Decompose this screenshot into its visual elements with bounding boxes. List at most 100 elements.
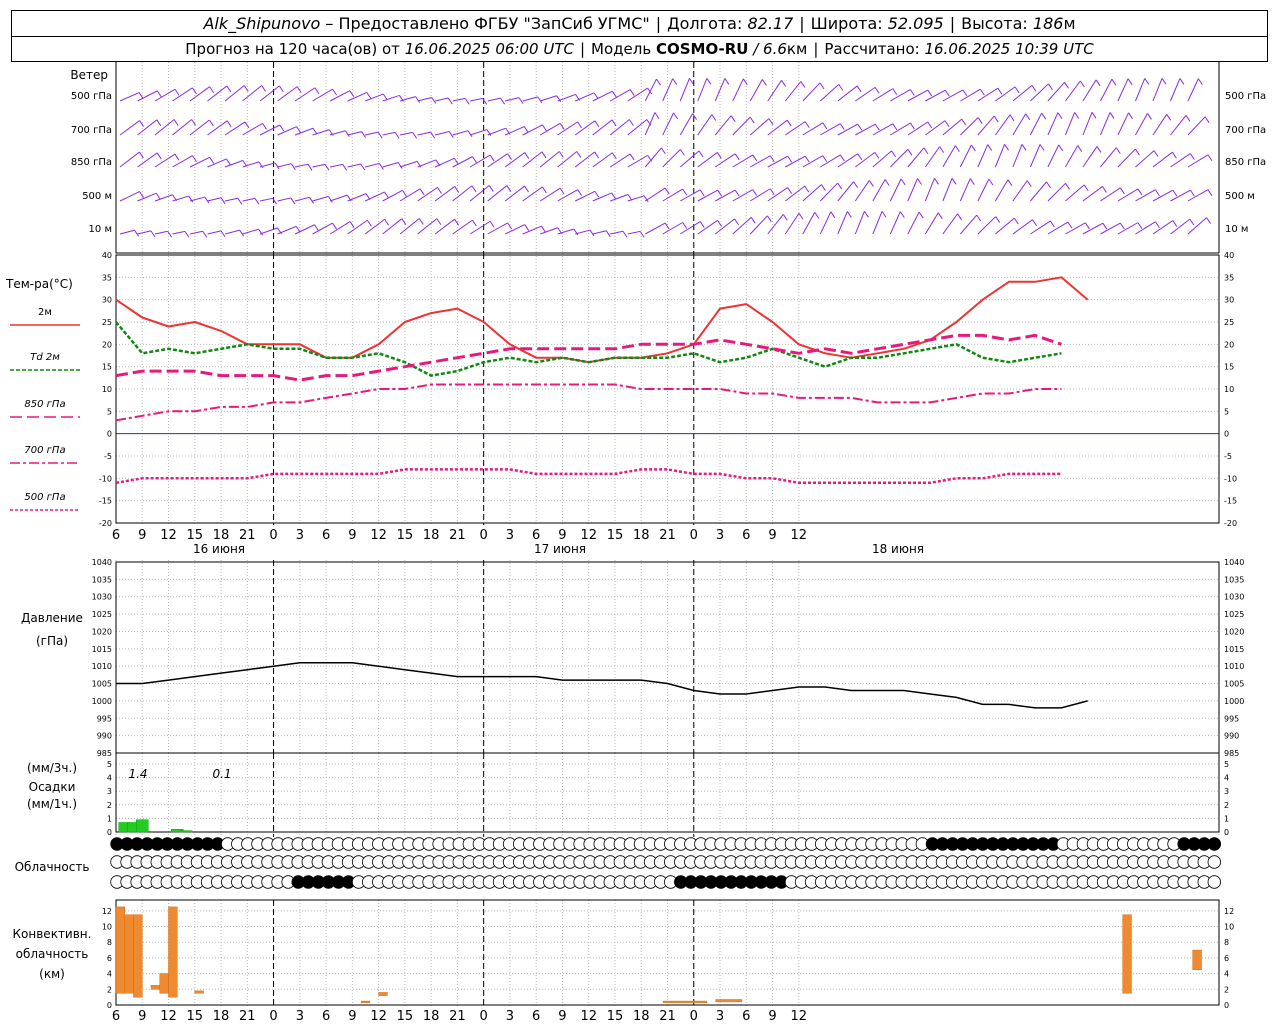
wind-barb-feather [577, 121, 583, 129]
conv-cloud-bar [715, 999, 743, 1003]
wind-barb-feather [819, 82, 825, 90]
conv-ytick-left: 4 [107, 970, 112, 979]
wind-barb-feather [1189, 189, 1195, 197]
wind-barb-feather [471, 219, 477, 227]
conv-ylabel-1: Конвективн. [13, 927, 92, 941]
wind-barb-feather [664, 222, 670, 230]
wind-barb [452, 156, 473, 168]
conv-time-tick-label: 3 [296, 1009, 304, 1024]
wind-barb [1187, 78, 1199, 102]
time-tick-label: 18 [423, 528, 440, 543]
wind-barb-feather [220, 230, 226, 238]
wind-barb-feather [524, 224, 530, 231]
conv-time-tick-label: 21 [659, 1009, 676, 1024]
wind-barb-feather [955, 145, 960, 152]
conv-ytick-left: 12 [102, 907, 112, 916]
wind-barb [609, 89, 631, 102]
wind-barb [277, 225, 297, 235]
wind-barb-feather [800, 81, 806, 88]
wind-barb-feather [673, 112, 678, 120]
wind-barb-feather [682, 222, 688, 229]
wind-barb-feather [814, 212, 820, 219]
wind-barb-feather [382, 93, 388, 101]
wind-barb [1082, 186, 1103, 202]
temp-ytick-left: -20 [99, 519, 112, 528]
conv-time-tick-label: 12 [160, 1009, 177, 1024]
wind-barb-feather [927, 121, 933, 129]
wind-barb [400, 131, 413, 136]
wind-level-label-right: 500 гПа [1225, 91, 1266, 102]
wind-barb [942, 145, 956, 168]
wind-barb-feather [332, 88, 338, 96]
temp-ytick-right: 25 [1224, 318, 1234, 327]
pressure-ytick-right: 1000 [1224, 697, 1244, 706]
wind-barb-feather [290, 197, 296, 205]
conv-cloud-bar [133, 914, 143, 998]
wind-barb-feather [150, 230, 156, 238]
conv-ytick-left: 2 [107, 985, 112, 994]
temp-ytick-left: 5 [107, 407, 112, 416]
conv-ytick-right: 4 [1224, 970, 1229, 979]
wind-barb [890, 89, 911, 102]
pressure-ytick-right: 1020 [1224, 627, 1244, 636]
wind-barb [820, 123, 841, 136]
wind-barb [907, 178, 918, 202]
wind-barb [627, 230, 641, 235]
wind-barb [417, 131, 431, 136]
wind-barb [679, 78, 690, 102]
temp-ytick-right: -15 [1224, 497, 1237, 506]
wind-barb [452, 219, 473, 235]
wind-barb-feather [1134, 148, 1140, 156]
wind-barb-feather [500, 97, 506, 105]
wind-barb-feather [431, 97, 437, 104]
wind-barb-feather [900, 178, 906, 186]
wind-barb-feather [1197, 78, 1203, 86]
precip-ytick-left: 0 [107, 828, 112, 837]
wind-barb [452, 97, 466, 102]
wind-barb [1152, 78, 1163, 102]
wind-barb-feather [988, 178, 994, 186]
wind-barb [960, 214, 978, 235]
wind-barb [242, 122, 263, 136]
wind-barb [732, 154, 754, 168]
wind-barb-feather [787, 187, 793, 194]
wind-barb-feather [689, 78, 694, 85]
conv-ytick-right: 2 [1224, 985, 1229, 994]
time-tick-label: 21 [239, 528, 256, 543]
wind-barb-feather [629, 89, 635, 96]
precip-ytick-left: 5 [107, 760, 112, 769]
conv-ytick-left: 6 [107, 954, 112, 963]
wind-barb-feather [1204, 116, 1210, 124]
wind-barb [224, 229, 240, 235]
wind-barb-feather [629, 153, 635, 161]
wind-barb-feather [750, 217, 756, 224]
wind-barb-feather [296, 86, 302, 93]
temp-ytick-right: 5 [1224, 407, 1229, 416]
wind-barb-feather [1206, 217, 1212, 224]
wind-barb-feather [541, 151, 547, 159]
wind-barb-feather [787, 155, 793, 163]
wind-barb-feather [418, 218, 424, 225]
wind-barb [294, 196, 310, 202]
wind-barb-feather [752, 189, 758, 196]
wind-barb [470, 97, 483, 102]
wind-barb [1012, 144, 1023, 168]
wind-barb [487, 97, 501, 102]
wind-barb [469, 220, 491, 235]
temp-ytick-left: -15 [99, 497, 112, 506]
wind-barb [697, 114, 713, 136]
wind-barb-feather [820, 184, 826, 191]
wind-barb [592, 192, 612, 202]
wind-barb-feather [734, 189, 740, 197]
wind-barb [609, 153, 631, 168]
wind-barb-feather [1079, 80, 1085, 88]
pressure-ytick-left: 990 [97, 732, 112, 741]
wind-barb-feather [412, 132, 418, 139]
precip-ytick-right: 2 [1224, 801, 1229, 810]
wind-barb-feather [868, 180, 874, 187]
conv-time-tick-label: 3 [716, 1009, 724, 1024]
conv-cloud-bar [159, 973, 169, 994]
precip-annotation: 0.1 [212, 767, 231, 781]
wind-barb [1047, 221, 1069, 235]
wind-barb-feather [349, 221, 355, 228]
